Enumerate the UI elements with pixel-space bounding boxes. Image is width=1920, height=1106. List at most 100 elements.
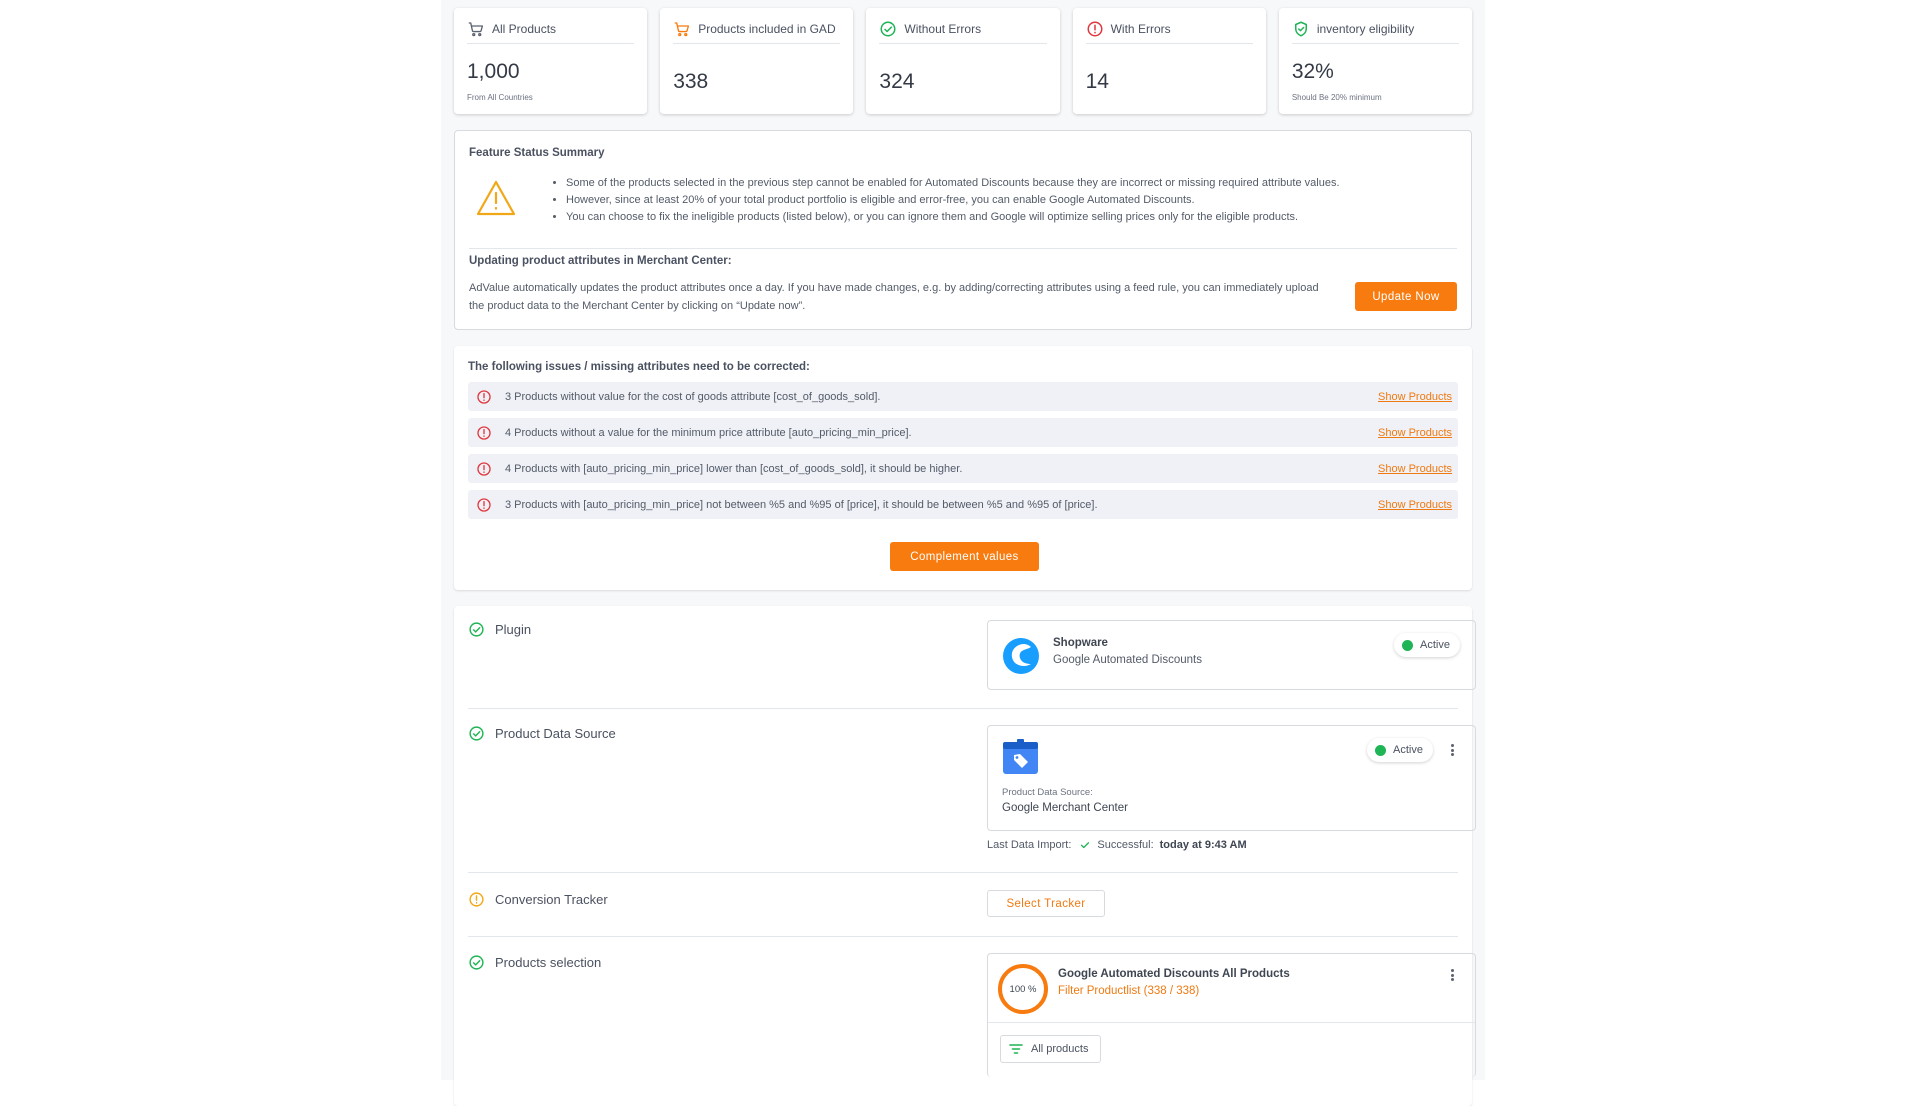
more-options-icon[interactable]: [1445, 742, 1459, 758]
shopware-logo: [1002, 637, 1040, 680]
check-circle-icon: [468, 725, 485, 742]
main-content: All Products 1,000 From All Countries Pr…: [441, 0, 1485, 1106]
issue-text: 4 Products without a value for the minim…: [505, 426, 912, 439]
stat-card-header: Products included in GAD: [673, 20, 841, 44]
stat-card-inventory-eligibility: inventory eligibility 32% Should Be 20% …: [1278, 8, 1473, 114]
stat-card-all-products: All Products 1,000 From All Countries: [454, 8, 648, 114]
show-products-link[interactable]: Show Products: [1378, 463, 1452, 475]
setup-card: Plugin Shopware Google Automated Discoun…: [454, 606, 1476, 1106]
check-circle-icon: [468, 954, 485, 971]
stat-subtext: Should Be 20% minimum: [1291, 93, 1382, 102]
cart-icon: [673, 20, 691, 38]
error-circle-icon: [476, 389, 492, 405]
all-products-label: All products: [1031, 1043, 1089, 1055]
issue-row: 3 Products without value for the cost of…: [468, 382, 1458, 411]
setup-row-conversion-tracker: Conversion Tracker Select Tracker: [468, 873, 1458, 937]
status-text: Active: [1393, 744, 1423, 756]
stat-value: 14: [1085, 70, 1109, 93]
issues-title: The following issues / missing attribute…: [468, 361, 810, 373]
stat-card-with-errors: With Errors 14: [1072, 8, 1266, 114]
show-products-link[interactable]: Show Products: [1378, 391, 1452, 403]
error-circle-icon: [476, 461, 492, 477]
status-dot: [1402, 639, 1414, 651]
setup-row-title: Product Data Source: [468, 725, 616, 742]
stat-card-header: With Errors: [1085, 20, 1253, 44]
stat-card-products-in-gad: Products included in GAD 338: [660, 8, 854, 114]
products-selection-title: Products selection: [495, 955, 602, 970]
product-list-name: Google Automated Discounts All Products: [1058, 968, 1290, 980]
filter-product-list-link[interactable]: Filter Productlist (338 / 338): [1058, 985, 1199, 997]
select-tracker-button[interactable]: Select Tracker: [987, 890, 1105, 917]
plugin-description: Google Automated Discounts: [1053, 654, 1202, 666]
last-import: Last Data Import: Successful: today at 9…: [987, 839, 1476, 851]
status-badge: Active: [1367, 738, 1433, 762]
update-attributes-title: Updating product attributes in Merchant …: [469, 255, 732, 267]
data-source-value: Google Merchant Center: [1002, 802, 1128, 814]
summary-divider: [469, 248, 1457, 249]
error-circle-icon: [476, 425, 492, 441]
last-import-time: today at 9:43 AM: [1159, 839, 1247, 851]
progress-percent: 100 %: [1009, 983, 1037, 995]
issue-row: 4 Products with [auto_pricing_min_price]…: [468, 454, 1458, 483]
error-circle-icon: [476, 497, 492, 513]
warning-triangle-icon: [475, 179, 517, 222]
all-products-chip[interactable]: All products: [1000, 1035, 1102, 1063]
update-attributes-text: AdValue automatically updates the produc…: [469, 282, 1319, 312]
last-import-status: Successful:: [1097, 839, 1154, 851]
check-circle-icon: [468, 621, 485, 638]
stat-value: 324: [879, 70, 915, 93]
summary-bullets: Some of the products selected in the pre…: [552, 175, 1340, 226]
stats-row: All Products 1,000 From All Countries Pr…: [454, 8, 1473, 114]
summary-bullet: You can choose to fix the ineligible pro…: [566, 209, 1340, 226]
product-selection-box: 100 % Google Automated Discounts All Pro…: [987, 953, 1476, 1077]
data-source-title: Product Data Source: [495, 726, 616, 741]
more-options-icon[interactable]: [1445, 967, 1459, 983]
stat-card-without-errors: Without Errors 324: [866, 8, 1060, 114]
update-now-button[interactable]: Update Now: [1355, 282, 1457, 311]
stat-value: 338: [673, 70, 709, 93]
stat-label: Without Errors: [904, 21, 982, 36]
setup-row-title: Products selection: [468, 954, 601, 971]
setup-row-data-source: Product Data Source Active Product Data …: [468, 709, 1476, 873]
setup-row-title: Plugin: [468, 621, 531, 638]
warning-circle-icon: [468, 891, 485, 908]
plugin-box: Shopware Google Automated Discounts Acti…: [987, 620, 1476, 690]
stat-value: 1,000: [467, 60, 520, 83]
stat-label: With Errors: [1110, 21, 1171, 36]
last-import-label: Last Data Import:: [987, 839, 1072, 851]
check-icon: [1079, 839, 1091, 851]
merchant-center-icon: [1002, 738, 1039, 780]
conversion-tracker-title: Conversion Tracker: [495, 892, 608, 907]
stat-card-header: inventory eligibility: [1291, 20, 1460, 44]
check-circle-icon: [879, 20, 897, 38]
shield-check-icon: [1292, 20, 1310, 38]
data-source-label: Product Data Source:: [1002, 787, 1093, 798]
stat-card-header: All Products: [467, 20, 635, 44]
filter-icon: [1009, 1043, 1023, 1055]
stat-card-header: Without Errors: [879, 20, 1047, 44]
plugin-title: Plugin: [495, 622, 532, 637]
stat-label: inventory eligibility: [1316, 21, 1415, 36]
plugin-name: Shopware: [1053, 637, 1108, 649]
error-circle-icon: [1086, 20, 1104, 38]
setup-row-plugin: Plugin Shopware Google Automated Discoun…: [468, 606, 1476, 709]
issue-row: 3 Products with [auto_pricing_min_price]…: [468, 490, 1458, 519]
status-dot: [1375, 744, 1387, 756]
stat-label: Products included in GAD: [698, 21, 836, 36]
issue-text: 4 Products with [auto_pricing_min_price]…: [505, 462, 963, 475]
status-text: Active: [1420, 639, 1450, 651]
progress-ring: 100 %: [998, 964, 1048, 1014]
issue-text: 3 Products with [auto_pricing_min_price]…: [505, 498, 1098, 511]
summary-title: Feature Status Summary: [469, 147, 605, 159]
issue-row: 4 Products without a value for the minim…: [468, 418, 1458, 447]
cart-icon: [467, 20, 485, 38]
data-source-box: Active Product Data Source: Google Merch…: [987, 725, 1476, 831]
complement-values-button[interactable]: Complement values: [890, 542, 1039, 571]
show-products-link[interactable]: Show Products: [1378, 499, 1452, 511]
feature-status-summary: Feature Status Summary Some of the produ…: [454, 130, 1472, 330]
show-products-link[interactable]: Show Products: [1378, 427, 1452, 439]
issues-card: The following issues / missing attribute…: [454, 346, 1472, 590]
product-selection-divider: [988, 1022, 1475, 1023]
stat-subtext: From All Countries: [467, 93, 533, 102]
setup-row-products-selection: Products selection 100 % Google Automate…: [468, 937, 1476, 1077]
